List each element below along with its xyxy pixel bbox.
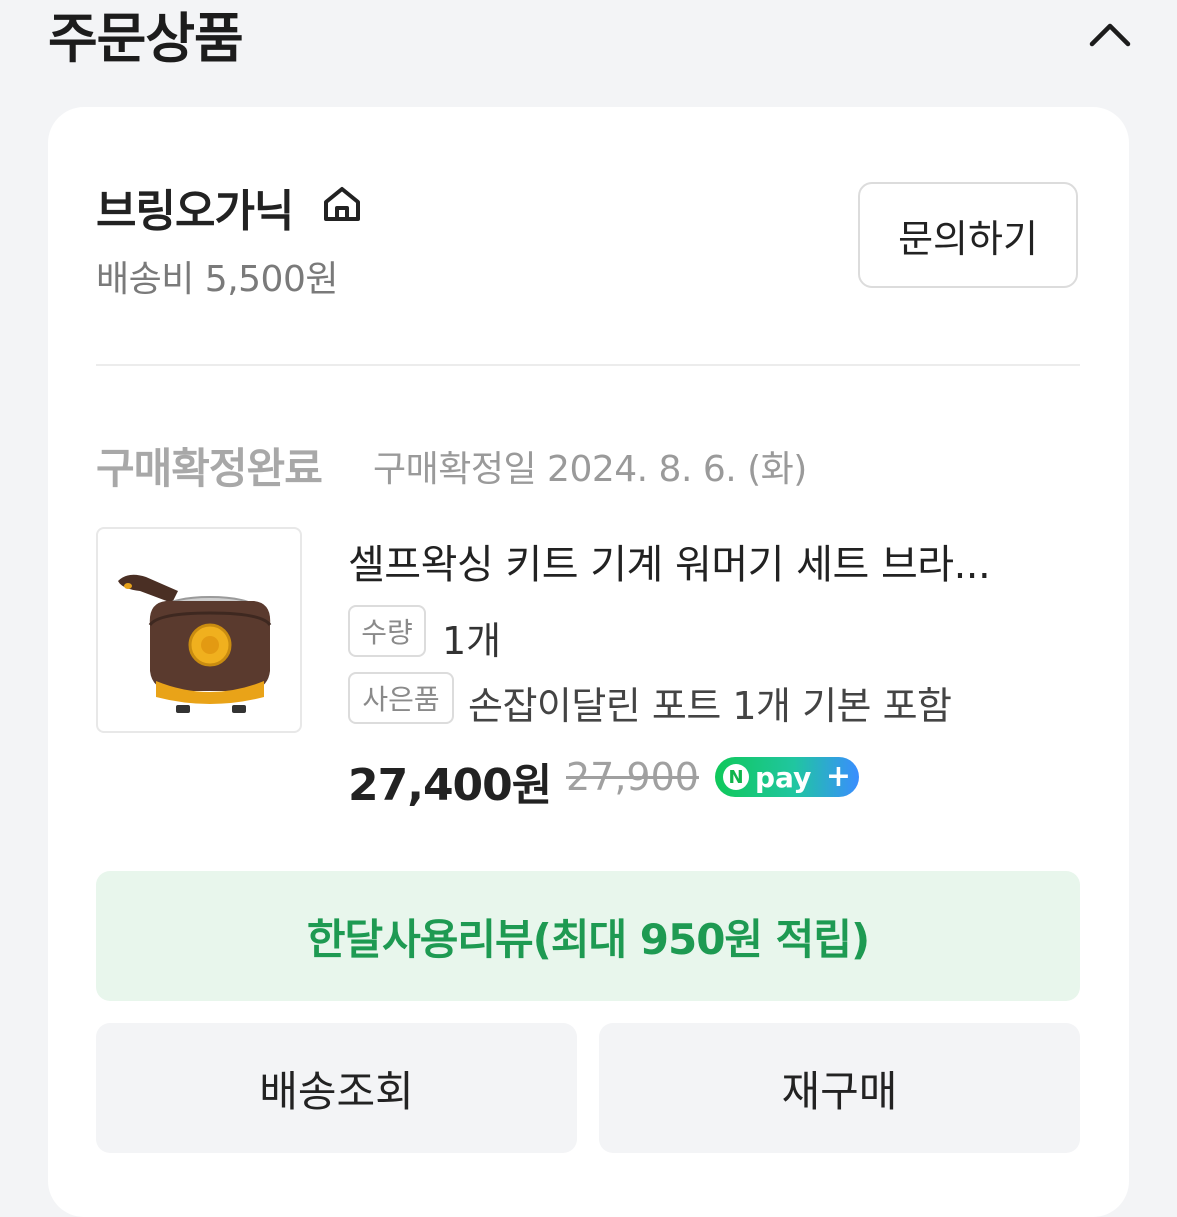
quantity-label: 수량 xyxy=(348,605,426,657)
shipping-fee: 배송비 5,500원 xyxy=(96,259,338,300)
section-header: 주문상품 xyxy=(48,0,1138,70)
track-delivery-button[interactable]: 배송조회 xyxy=(96,1023,577,1153)
home-icon[interactable] xyxy=(320,182,364,226)
review-button[interactable]: 한달사용리뷰(최대 950원 적립) xyxy=(96,871,1080,1001)
confirm-date: 구매확정일 2024. 8. 6. (화) xyxy=(373,449,807,490)
npay-logo-icon: N xyxy=(723,764,749,790)
npay-text: pay xyxy=(755,760,812,794)
price: 27,400원 xyxy=(348,760,552,811)
quantity-value: 1개 xyxy=(442,619,502,663)
npay-plus-badge: N pay + xyxy=(715,757,859,797)
original-price: 27,900 xyxy=(566,755,699,799)
chevron-up-icon[interactable] xyxy=(1086,14,1134,54)
plus-icon: + xyxy=(825,759,851,794)
section-title: 주문상품 xyxy=(48,7,244,70)
order-card: 브링오가닉 배송비 5,500원 문의하기 구매확정완료 구매확정일 2024.… xyxy=(48,107,1129,1217)
gift-value: 손잡이달린 포트 1개 기본 포함 xyxy=(468,684,952,728)
product-name[interactable]: 셀프왁싱 키트 기계 워머기 세트 브라... xyxy=(348,532,1058,590)
store-name[interactable]: 브링오가닉 xyxy=(96,175,294,239)
product-thumbnail[interactable] xyxy=(96,527,302,733)
inquiry-button[interactable]: 문의하기 xyxy=(858,182,1078,288)
divider xyxy=(96,364,1080,366)
gift-label: 사은품 xyxy=(348,672,454,724)
rebuy-button[interactable]: 재구매 xyxy=(599,1023,1080,1153)
order-status: 구매확정완료 xyxy=(96,444,323,493)
